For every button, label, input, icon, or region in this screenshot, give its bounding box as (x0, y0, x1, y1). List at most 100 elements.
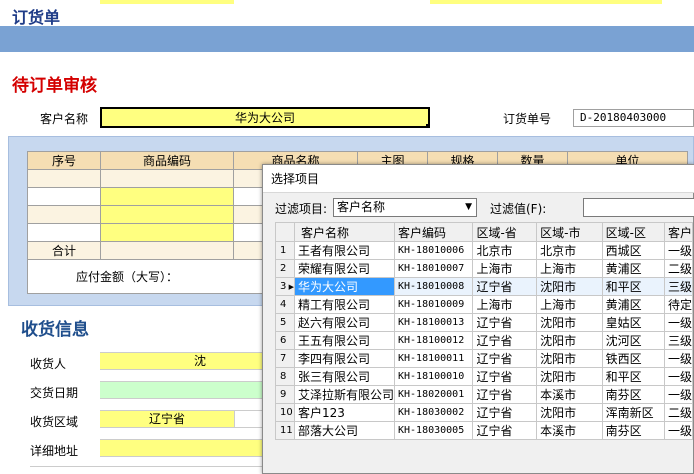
customer-code-cell[interactable]: KH-18100010 (393, 367, 474, 386)
receive-region-field[interactable]: 辽宁省 (100, 410, 234, 428)
table-row[interactable]: 9 艾泽拉斯有限公司 KH-18020001 辽宁省 本溪市 南芬区 一级 (275, 385, 694, 404)
customer-name-cell[interactable]: 荣耀有限公司 (293, 259, 396, 278)
city-cell[interactable]: 沈阳市 (536, 313, 603, 332)
customer-level-cell[interactable]: 待定 (663, 295, 694, 314)
customer-code-cell[interactable]: KH-18010007 (393, 259, 474, 278)
col-header-customer-name[interactable]: 客户名称 (293, 222, 396, 242)
customer-name-cell[interactable]: 王者有限公司 (293, 241, 396, 260)
row-number: 3 ▶ (275, 277, 295, 296)
city-cell[interactable]: 沈阳市 (536, 403, 603, 422)
district-cell[interactable]: 沈河区 (601, 331, 665, 350)
province-cell[interactable]: 辽宁省 (472, 313, 538, 332)
customer-level-cell[interactable]: 二级 (663, 259, 694, 278)
customer-name-cell[interactable]: 华为大公司 (293, 277, 396, 296)
district-cell[interactable]: 西城区 (601, 241, 665, 260)
province-cell[interactable]: 上海市 (472, 259, 538, 278)
receive-region-label: 收货区域 (30, 415, 79, 429)
district-cell[interactable]: 浑南新区 (601, 403, 665, 422)
table-row[interactable]: 10 客户123 KH-18030002 辽宁省 沈阳市 浑南新区 二级 (275, 403, 694, 422)
row-number: 11 (275, 421, 295, 440)
review-section-title: 待订单审核 (12, 76, 97, 96)
district-cell[interactable]: 和平区 (601, 277, 665, 296)
province-cell[interactable]: 辽宁省 (472, 277, 538, 296)
province-cell[interactable]: 上海市 (472, 295, 538, 314)
header-band (0, 26, 694, 52)
customer-name-cell[interactable]: 部落大公司 (293, 421, 396, 440)
table-row[interactable]: 11 部落大公司 KH-18030005 辽宁省 本溪市 南芬区 一级 (275, 421, 694, 440)
row-number: 6 (275, 331, 295, 350)
province-cell[interactable]: 辽宁省 (472, 421, 538, 440)
province-cell[interactable]: 北京市 (472, 241, 538, 260)
city-cell[interactable]: 北京市 (536, 241, 603, 260)
table-row[interactable]: 8 张三有限公司 KH-18100010 辽宁省 沈阳市 和平区 一级 (275, 367, 694, 386)
province-cell[interactable]: 辽宁省 (472, 331, 538, 350)
customer-level-cell[interactable]: 一级 (663, 421, 694, 440)
district-cell[interactable]: 铁西区 (601, 349, 665, 368)
dialog-title: 选择项目 (263, 165, 694, 193)
province-cell[interactable]: 辽宁省 (472, 349, 538, 368)
table-row[interactable]: 1 王者有限公司 KH-18010006 北京市 北京市 西城区 一级 (275, 241, 694, 260)
city-cell[interactable]: 沈阳市 (536, 331, 603, 350)
customer-name-field[interactable]: 华为大公司 (100, 107, 430, 128)
customer-code-cell[interactable]: KH-18010006 (393, 241, 474, 260)
customer-name-cell[interactable]: 精工有限公司 (293, 295, 396, 314)
customer-code-cell[interactable]: KH-18020001 (393, 385, 474, 404)
district-cell[interactable]: 南芬区 (601, 385, 665, 404)
customer-name-cell[interactable]: 李四有限公司 (293, 349, 396, 368)
col-header-city[interactable]: 区域-市 (536, 222, 603, 242)
customer-name-cell[interactable]: 王五有限公司 (293, 331, 396, 350)
table-row[interactable]: 4 精工有限公司 KH-18010009 上海市 上海市 黄浦区 待定 (275, 295, 694, 314)
customer-level-cell[interactable]: 一级 (663, 385, 694, 404)
select-item-dialog: 选择项目 过滤项目: 客户名称 ▼ 过滤值(F): 客户名称 客户编码 区域-省… (262, 164, 694, 474)
city-cell[interactable]: 沈阳市 (536, 277, 603, 296)
table-row[interactable]: 5 赵六有限公司 KH-18100013 辽宁省 沈阳市 皇姑区 一级 (275, 313, 694, 332)
fill-handle[interactable] (426, 124, 430, 128)
customer-level-cell[interactable]: 一级 (663, 367, 694, 386)
row-pointer-icon: ▶ (286, 283, 294, 291)
customer-level-cell[interactable]: 三级 (663, 331, 694, 350)
customer-level-cell[interactable]: 一级 (663, 241, 694, 260)
table-row[interactable]: 3 ▶ 华为大公司 KH-18010008 辽宁省 沈阳市 和平区 三级 (275, 277, 694, 296)
customer-level-cell[interactable]: 一级 (663, 313, 694, 332)
customer-code-cell[interactable]: KH-18100011 (393, 349, 474, 368)
receiver-label: 收货人 (30, 357, 67, 371)
customer-code-cell[interactable]: KH-18010008 (393, 277, 474, 296)
customer-code-cell[interactable]: KH-18100012 (393, 331, 474, 350)
customer-code-cell[interactable]: KH-18030002 (393, 403, 474, 422)
col-header-customer-level[interactable]: 客户 (663, 222, 694, 242)
filter-item-select[interactable]: 客户名称 ▼ (333, 198, 477, 217)
table-row[interactable]: 2 荣耀有限公司 KH-18010007 上海市 上海市 黄浦区 二级 (275, 259, 694, 278)
customer-level-cell[interactable]: 三级 (663, 277, 694, 296)
col-header-district[interactable]: 区域-区 (601, 222, 665, 242)
district-cell[interactable]: 和平区 (601, 367, 665, 386)
table-row[interactable]: 7 李四有限公司 KH-18100011 辽宁省 沈阳市 铁西区 一级 (275, 349, 694, 368)
customer-level-cell[interactable]: 一级 (663, 349, 694, 368)
customer-code-cell[interactable]: KH-18010009 (393, 295, 474, 314)
customer-code-cell[interactable]: KH-18030005 (393, 421, 474, 440)
city-cell[interactable]: 本溪市 (536, 421, 603, 440)
receive-section-title: 收货信息 (21, 320, 89, 340)
order-no-field[interactable]: D-20180403000 (573, 109, 694, 127)
province-cell[interactable]: 辽宁省 (472, 367, 538, 386)
district-cell[interactable]: 黄浦区 (601, 259, 665, 278)
city-cell[interactable]: 本溪市 (536, 385, 603, 404)
customer-name-cell[interactable]: 赵六有限公司 (293, 313, 396, 332)
city-cell[interactable]: 上海市 (536, 259, 603, 278)
district-cell[interactable]: 皇姑区 (601, 313, 665, 332)
customer-name-cell[interactable]: 张三有限公司 (293, 367, 396, 386)
district-cell[interactable]: 黄浦区 (601, 295, 665, 314)
customer-name-cell[interactable]: 客户123 (293, 403, 396, 422)
customer-name-cell[interactable]: 艾泽拉斯有限公司 (293, 385, 396, 404)
table-row[interactable]: 6 王五有限公司 KH-18100012 辽宁省 沈阳市 沈河区 三级 (275, 331, 694, 350)
province-cell[interactable]: 辽宁省 (472, 385, 538, 404)
city-cell[interactable]: 上海市 (536, 295, 603, 314)
col-header-customer-code[interactable]: 客户编码 (393, 222, 474, 242)
province-cell[interactable]: 辽宁省 (472, 403, 538, 422)
filter-value-input[interactable] (583, 198, 694, 217)
col-header-province[interactable]: 区域-省 (472, 222, 538, 242)
city-cell[interactable]: 沈阳市 (536, 367, 603, 386)
district-cell[interactable]: 南芬区 (601, 421, 665, 440)
customer-level-cell[interactable]: 二级 (663, 403, 694, 422)
city-cell[interactable]: 沈阳市 (536, 349, 603, 368)
customer-code-cell[interactable]: KH-18100013 (393, 313, 474, 332)
